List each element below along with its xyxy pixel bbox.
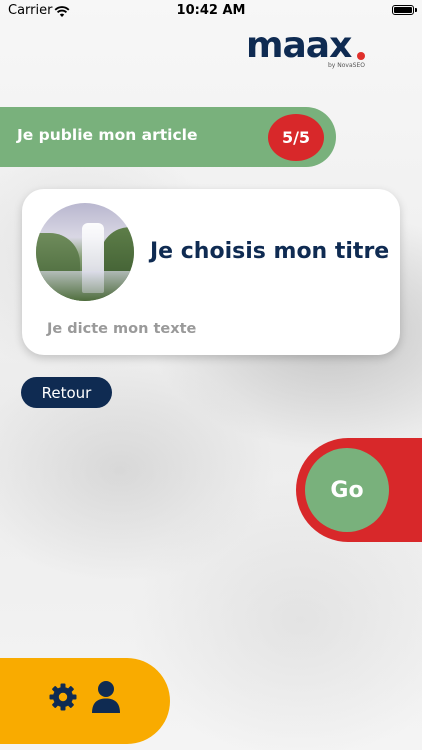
page-title: Je publie mon article [17, 126, 198, 144]
article-card: Je choisis mon titre Je dicte mon texte [22, 189, 400, 355]
back-button[interactable]: Retour [21, 377, 112, 408]
logo-dot [357, 52, 365, 60]
user-icon[interactable] [92, 680, 120, 714]
text-dictation-field[interactable]: Je dicte mon texte [47, 321, 196, 337]
title-field[interactable]: Je choisis mon titre [150, 239, 389, 264]
go-button[interactable]: Go [305, 448, 389, 532]
bottom-nav [0, 658, 170, 744]
status-bar: Carrier 10:42 AM [0, 0, 422, 22]
gear-icon[interactable] [48, 682, 78, 712]
logo-tagline: by NovaSEO [328, 62, 365, 69]
step-counter-badge: 5/5 [268, 114, 324, 161]
clock: 10:42 AM [176, 3, 246, 18]
waterfall-thumbnail[interactable] [36, 203, 134, 301]
app-logo: maax by NovaSEO [246, 24, 366, 74]
battery-icon [392, 5, 417, 15]
